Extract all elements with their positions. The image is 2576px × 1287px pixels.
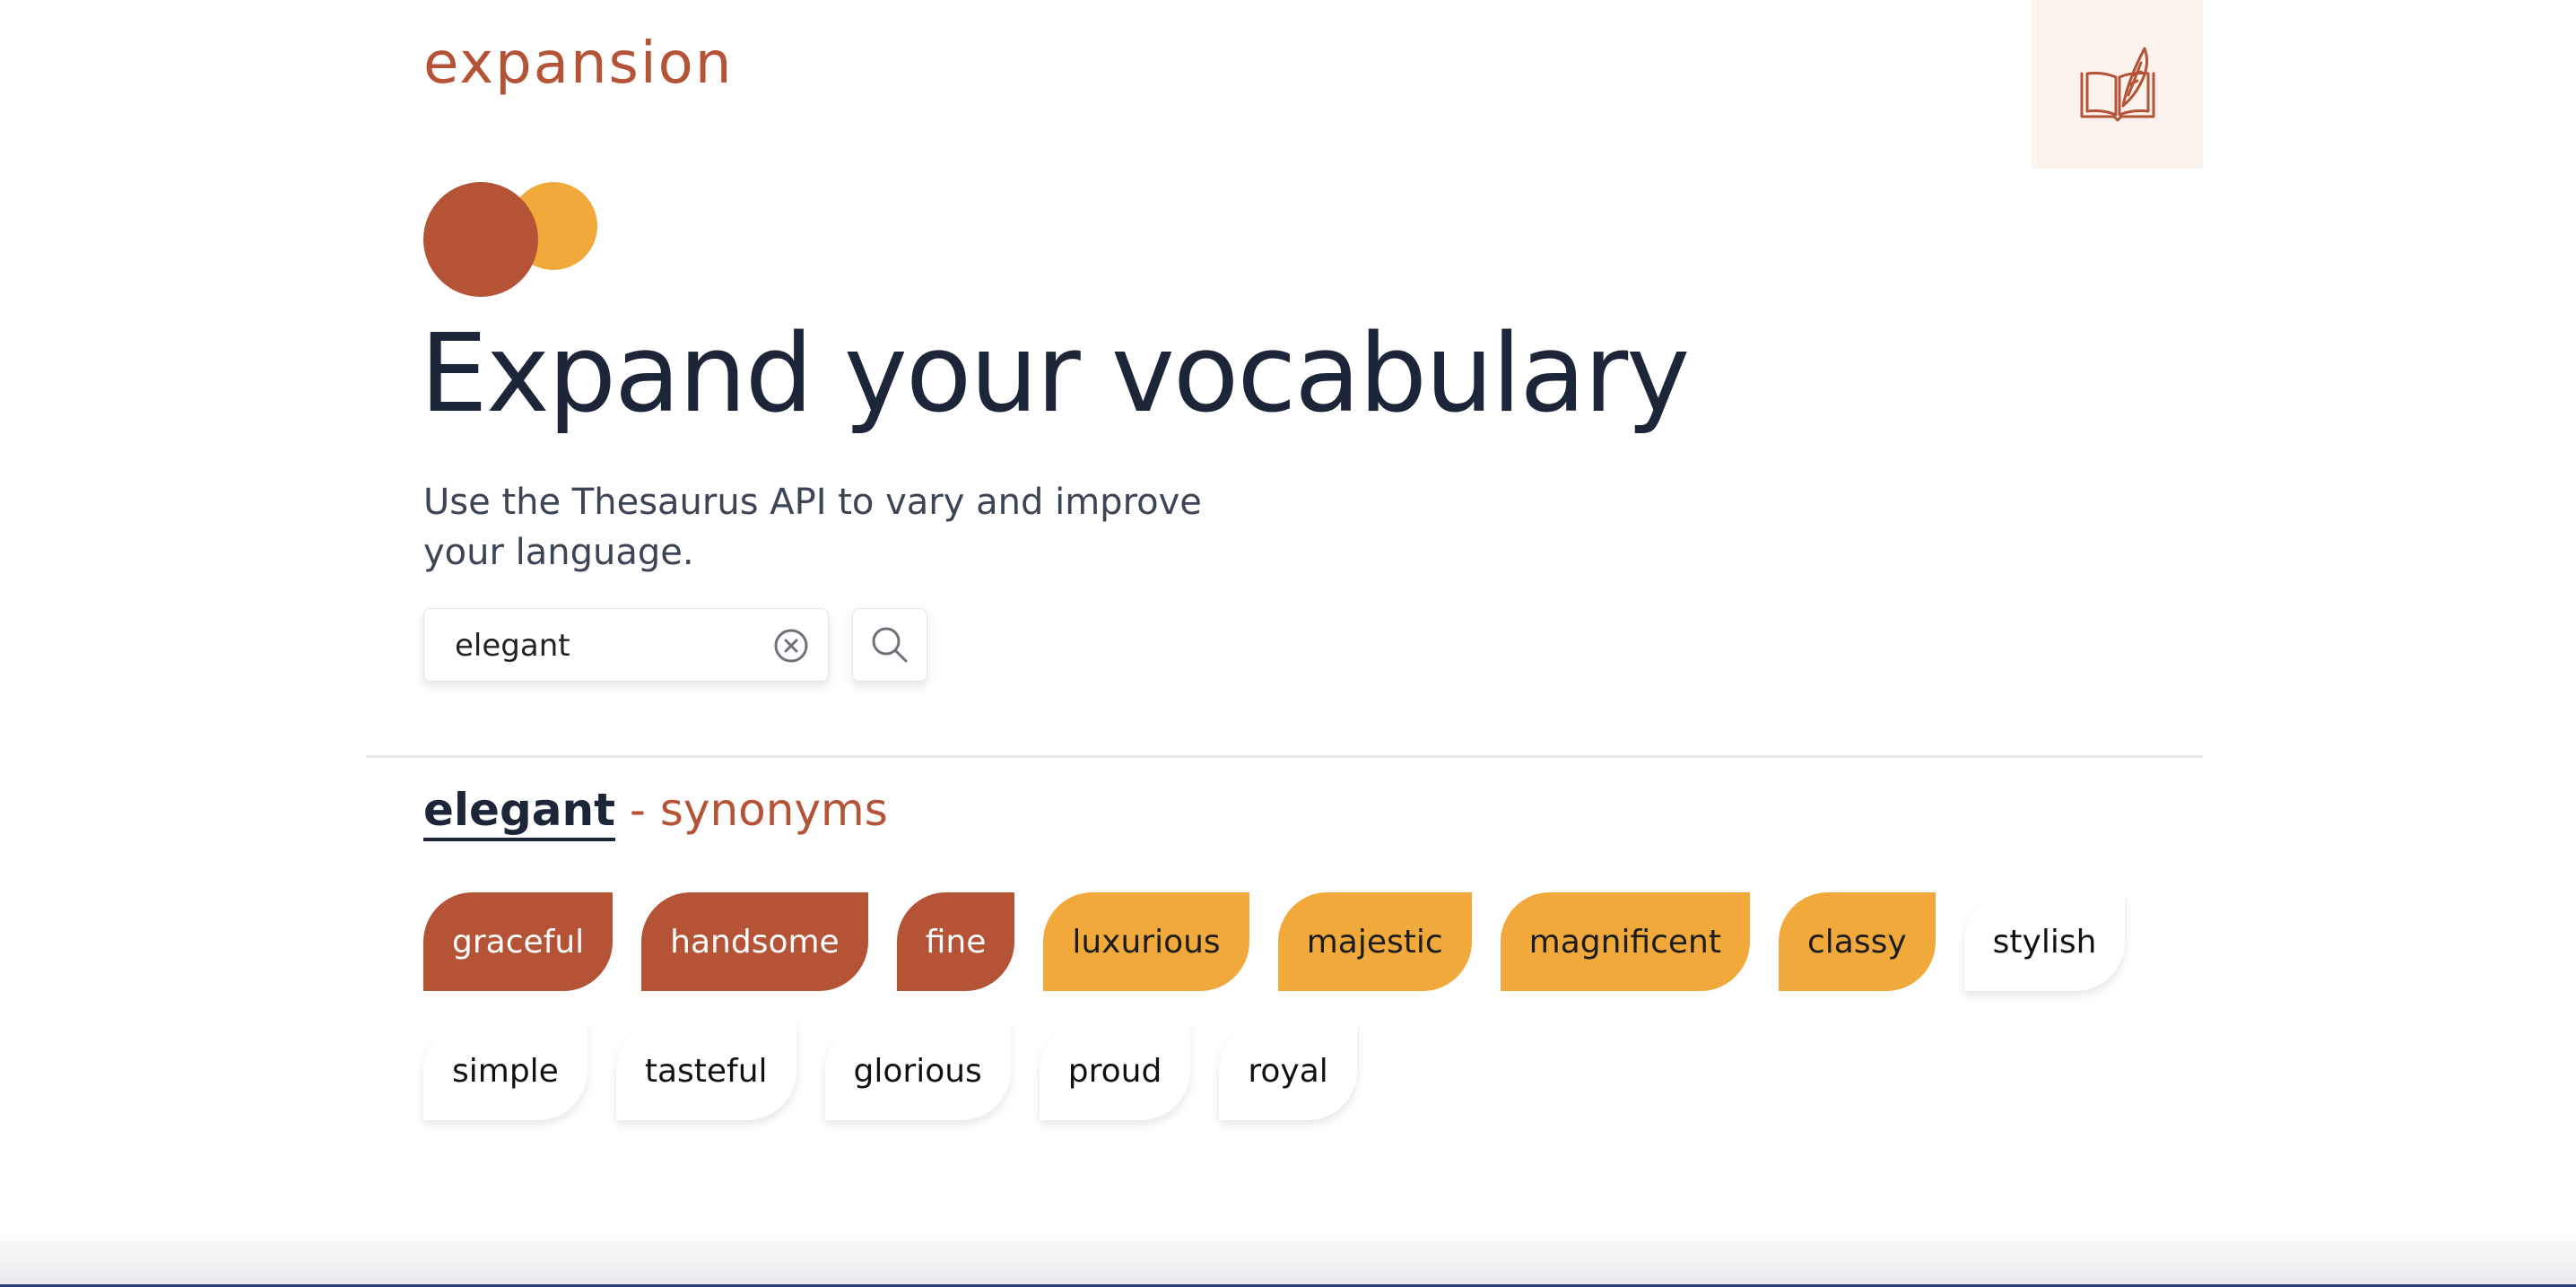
- synonym-chip[interactable]: proud: [1039, 1022, 1191, 1120]
- clear-search-button[interactable]: [772, 627, 810, 665]
- search-button[interactable]: [852, 608, 927, 682]
- search-input[interactable]: [453, 609, 761, 683]
- synonym-chip[interactable]: handsome: [641, 892, 868, 991]
- logo-circle-rust: [423, 182, 538, 297]
- synonym-chip[interactable]: simple: [423, 1022, 587, 1120]
- results-heading: elegant - synonyms: [423, 778, 888, 841]
- book-menu-button[interactable]: [2032, 0, 2203, 169]
- page: expansion Expand your vocabulary Use the…: [0, 0, 2576, 1287]
- synonym-chip[interactable]: stylish: [1963, 892, 2126, 991]
- bottom-shade: [0, 1224, 2576, 1287]
- synonym-chip[interactable]: classy: [1779, 892, 1936, 991]
- synonym-chip[interactable]: royal: [1219, 1022, 1357, 1120]
- page-subtitle: Use the Thesaurus API to vary and improv…: [423, 482, 1202, 573]
- section-divider: [366, 755, 2203, 758]
- search-field: [423, 608, 829, 683]
- synonym-chip[interactable]: majestic: [1277, 892, 1472, 991]
- hero-logo-circles: [423, 182, 603, 299]
- results-suffix: - synonyms: [629, 784, 888, 836]
- page-title: Expand your vocabulary: [420, 312, 1690, 437]
- results-word: elegant: [423, 784, 615, 841]
- synonym-chip[interactable]: magnificent: [1500, 892, 1750, 991]
- synonym-chip[interactable]: glorious: [824, 1022, 1011, 1120]
- synonym-chip[interactable]: fine: [896, 892, 1015, 991]
- synonym-list: graceful handsome fine luxurious majestic mag…: [423, 892, 2203, 1120]
- synonym-chip[interactable]: tasteful: [615, 1022, 796, 1120]
- clear-circle-icon: [774, 629, 808, 663]
- synonym-chip[interactable]: graceful: [423, 892, 614, 991]
- search-icon: [872, 627, 908, 663]
- brand-logo-text[interactable]: expansion: [423, 23, 733, 104]
- synonym-chip[interactable]: luxurious: [1043, 892, 1249, 991]
- book-quill-icon: [2080, 47, 2154, 122]
